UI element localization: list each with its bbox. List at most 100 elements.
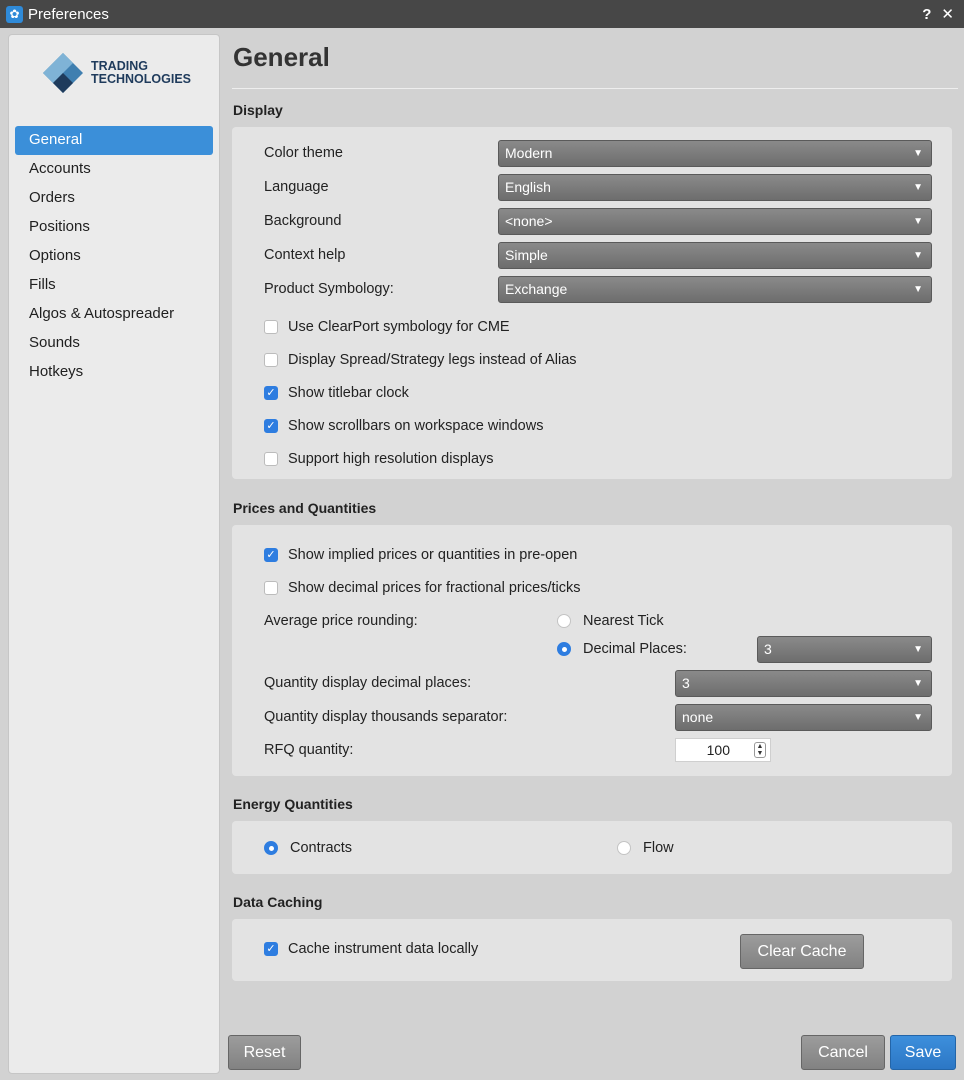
decimal-places-radio[interactable]: Decimal Places: [557,641,687,657]
help-button[interactable]: ? [922,6,931,23]
page-title: General [233,42,330,72]
checkbox-box [264,452,278,466]
rfq-quantity-label: RFQ quantity: [264,742,354,758]
qty-decimals-value: 3 [682,675,690,691]
save-button[interactable]: Save [890,1035,956,1070]
section-display-heading: Display [233,102,283,118]
nearest-tick-radio[interactable]: Nearest Tick [557,613,664,629]
trading-technologies-logo: TRADING TECHNOLOGIES [41,49,201,97]
radio-dot-selected [557,642,571,656]
spread-legs-checkbox[interactable]: Display Spread/Strategy legs instead of … [264,352,577,368]
title-divider [232,88,958,89]
chevron-down-icon: ▼ [913,182,923,193]
checkmark-icon: ✓ [264,386,278,400]
high-resolution-checkbox[interactable]: Support high resolution displays [264,451,494,467]
sidebar-item-positions[interactable]: Positions [15,213,213,242]
title-bar: ✿ Preferences ? ✕ [0,0,964,28]
background-dropdown[interactable]: <none> ▼ [498,208,932,235]
qty-decimals-label: Quantity display decimal places: [264,675,472,691]
context-help-dropdown[interactable]: Simple ▼ [498,242,932,269]
checkmark-icon: ✓ [264,942,278,956]
clear-cache-button[interactable]: Clear Cache [740,934,864,969]
color-theme-dropdown[interactable]: Modern ▼ [498,140,932,167]
decimal-prices-checkbox[interactable]: Show decimal prices for fractional price… [264,580,581,596]
avg-price-rounding-label: Average price rounding: [264,613,418,629]
rfq-quantity-input[interactable]: 100 ▲ ▼ [675,738,771,762]
prices-panel: ✓ Show implied prices or quantities in p… [232,525,952,776]
implied-prices-label: Show implied prices or quantities in pre… [288,547,578,563]
preferences-window: TRADING TECHNOLOGIES General Accounts Or… [0,28,964,1080]
nearest-tick-label: Nearest Tick [583,613,664,629]
section-energy-heading: Energy Quantities [233,796,353,812]
checkmark-icon: ✓ [264,419,278,433]
sidebar: TRADING TECHNOLOGIES General Accounts Or… [8,34,220,1074]
section-prices-heading: Prices and Quantities [233,500,377,516]
contracts-label: Contracts [290,840,353,856]
window-title: Preferences [28,5,109,23]
language-value: English [505,179,551,195]
color-theme-value: Modern [505,145,553,161]
chevron-down-icon: ▼ [913,284,923,295]
logo-mark-icon [41,51,85,95]
energy-panel: Contracts Flow [232,821,952,874]
qty-decimals-dropdown[interactable]: 3 ▼ [675,670,932,697]
chevron-down-icon: ▼ [913,712,923,723]
contracts-radio[interactable]: Contracts [264,840,352,856]
app-icon: ✿ [6,5,23,23]
chevron-down-icon: ▼ [913,678,923,689]
flow-radio[interactable]: Flow [617,840,674,856]
color-theme-label: Color theme [264,145,343,161]
sidebar-item-hotkeys[interactable]: Hotkeys [15,358,213,387]
sidebar-nav: General Accounts Orders Positions Option… [15,126,213,387]
cache-instrument-checkbox[interactable]: ✓ Cache instrument data locally [264,941,478,957]
titlebar-clock-checkbox[interactable]: ✓ Show titlebar clock [264,385,409,401]
display-panel: Color theme Modern ▼ Language English ▼ … [232,127,952,479]
chevron-down-icon: ▼ [913,148,923,159]
radio-dot [617,841,631,855]
close-icon[interactable]: ✕ [941,5,954,23]
high-resolution-label: Support high resolution displays [288,451,494,467]
checkbox-box [264,320,278,334]
sidebar-item-options[interactable]: Options [15,242,213,271]
scrollbars-checkbox[interactable]: ✓ Show scrollbars on workspace windows [264,418,543,434]
scrollbars-label: Show scrollbars on workspace windows [288,418,544,434]
chevron-down-icon: ▼ [913,216,923,227]
context-help-value: Simple [505,247,548,263]
flow-label: Flow [643,840,674,856]
sidebar-item-sounds[interactable]: Sounds [15,329,213,358]
qty-separator-dropdown[interactable]: none ▼ [675,704,932,731]
sidebar-item-accounts[interactable]: Accounts [15,155,213,184]
stepper-icon[interactable]: ▲ ▼ [754,742,766,758]
background-label: Background [264,213,342,229]
clearport-symbology-label: Use ClearPort symbology for CME [288,319,510,335]
language-label: Language [264,179,329,195]
qty-separator-value: none [682,709,714,725]
product-symbology-dropdown[interactable]: Exchange ▼ [498,276,932,303]
sidebar-item-fills[interactable]: Fills [15,271,213,300]
cancel-button[interactable]: Cancel [801,1035,885,1070]
context-help-label: Context help [264,247,346,263]
checkbox-box [264,353,278,367]
content-area: General Display Color theme Modern ▼ Lan… [228,28,958,1080]
chevron-down-icon: ▼ [913,644,923,655]
spread-legs-label: Display Spread/Strategy legs instead of … [288,352,577,368]
product-symbology-value: Exchange [505,281,568,297]
titlebar-clock-label: Show titlebar clock [288,385,409,401]
decimal-prices-label: Show decimal prices for fractional price… [288,580,581,596]
sidebar-item-general[interactable]: General [15,126,213,155]
section-caching-heading: Data Caching [233,894,323,910]
language-dropdown[interactable]: English ▼ [498,174,932,201]
decimal-places-value: 3 [764,641,772,657]
chevron-down-icon: ▼ [913,250,923,261]
checkbox-box [264,581,278,595]
clearport-symbology-checkbox[interactable]: Use ClearPort symbology for CME [264,319,510,335]
reset-button[interactable]: Reset [228,1035,301,1070]
product-symbology-label: Product Symbology: [264,281,394,297]
rfq-quantity-value: 100 [706,742,730,758]
sidebar-item-orders[interactable]: Orders [15,184,213,213]
checkmark-icon: ✓ [264,548,278,562]
implied-prices-checkbox[interactable]: ✓ Show implied prices or quantities in p… [264,547,577,563]
sidebar-item-algos-autospreader[interactable]: Algos & Autospreader [15,300,213,329]
caching-panel: ✓ Cache instrument data locally Clear Ca… [232,919,952,981]
decimal-places-dropdown[interactable]: 3 ▼ [757,636,932,663]
